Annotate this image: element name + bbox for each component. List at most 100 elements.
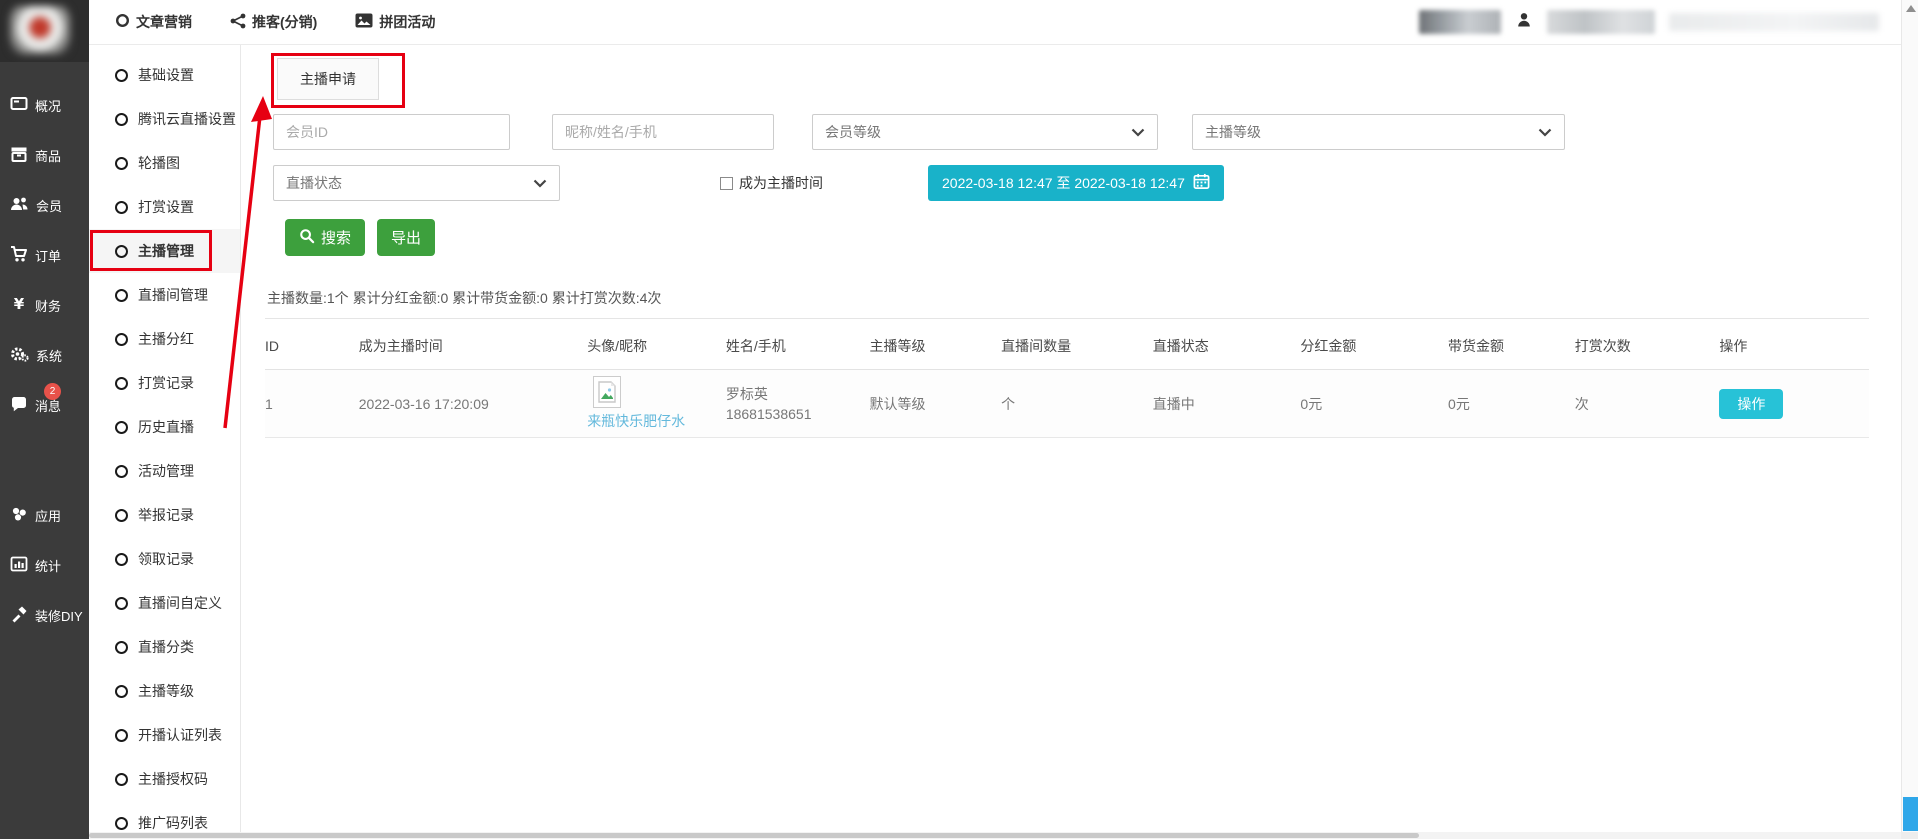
submenu-item-tencent-cloud[interactable]: 腾讯云直播设置: [89, 97, 240, 141]
diy-icon: [10, 605, 28, 626]
search-button-label: 搜索: [321, 227, 351, 248]
submenu-item-label: 打赏记录: [138, 373, 194, 393]
live-status-select[interactable]: 直播状态: [273, 165, 560, 201]
circle-bullet-icon: [115, 465, 128, 478]
share-icon: [230, 13, 246, 32]
person-icon[interactable]: [1515, 11, 1533, 34]
scroll-up-arrow-icon[interactable]: [1906, 5, 1916, 12]
submenu-item-history-live[interactable]: 历史直播: [89, 405, 240, 449]
sidebar-item-apps[interactable]: 应用: [0, 490, 89, 540]
blurred-tail-block: [1669, 13, 1879, 31]
col-header-room-count: 直播间数量: [1001, 336, 1153, 356]
submenu-item-carousel[interactable]: 轮播图: [89, 141, 240, 185]
submenu-list: 基础设置 腾讯云直播设置 轮播图 打赏设置 主播管理 直播间管理 主播分红 打赏…: [89, 53, 240, 832]
col-header-become-time: 成为主播时间: [359, 336, 587, 356]
export-button-label: 导出: [391, 227, 421, 248]
vertical-scrollbar-thumb[interactable]: [1903, 797, 1918, 831]
sidebar-item-label: 应用: [35, 506, 61, 525]
submenu-item-label: 直播间管理: [138, 285, 208, 305]
submenu-item-label: 推广码列表: [138, 813, 208, 832]
submenu-item-promo-code-list[interactable]: 推广码列表: [89, 801, 240, 832]
submenu-item-label: 直播分类: [138, 637, 194, 657]
submenu-item-cert-list[interactable]: 开播认证列表: [89, 713, 240, 757]
submenu-item-report-records[interactable]: 举报记录: [89, 493, 240, 537]
sidebar-item-messages[interactable]: 2 消息: [0, 380, 89, 430]
topbar-menu: 文章营销 推客(分销) 拼团活动: [89, 12, 435, 32]
circle-bullet-icon: [115, 113, 128, 126]
submenu-item-basic-settings[interactable]: 基础设置: [89, 53, 240, 97]
member-id-input[interactable]: [273, 114, 510, 150]
anchor-level-select[interactable]: 主播等级: [1192, 114, 1565, 150]
sidebar-item-diy[interactable]: 装修DIY: [0, 590, 89, 640]
submenu-item-label: 领取记录: [138, 549, 194, 569]
circle-bullet-icon: [115, 245, 128, 258]
submenu-item-reward-records[interactable]: 打赏记录: [89, 361, 240, 405]
vertical-scrollbar[interactable]: [1901, 0, 1918, 839]
messages-badge: 2: [44, 383, 61, 400]
circle-bullet-icon: [115, 729, 128, 742]
app-logo[interactable]: [0, 0, 89, 62]
goods-icon: [10, 145, 28, 166]
cell-anchor-level: 默认等级: [869, 394, 1001, 414]
sidebar-item-orders[interactable]: 订单: [0, 230, 89, 280]
blurred-username-block[interactable]: [1547, 10, 1655, 34]
submenu-item-label: 直播间自定义: [138, 593, 222, 613]
cell-room-count: 个: [1001, 394, 1153, 414]
submenu-item-anchor-dividend[interactable]: 主播分红: [89, 317, 240, 361]
member-level-select[interactable]: 会员等级: [812, 114, 1158, 150]
submenu-item-label: 历史直播: [138, 417, 194, 437]
submenu-item-label: 开播认证列表: [138, 725, 222, 745]
submenu-item-activity-management[interactable]: 活动管理: [89, 449, 240, 493]
circle-bullet-icon: [115, 69, 128, 82]
submenu-item-reward-settings[interactable]: 打赏设置: [89, 185, 240, 229]
svg-text:¥: ¥: [14, 295, 25, 313]
table-header-row: ID 成为主播时间 头像/昵称 姓名/手机 主播等级 直播间数量 直播状态 分红…: [265, 319, 1869, 370]
submenu-item-anchor-management[interactable]: 主播管理: [89, 229, 240, 273]
broken-image-icon: [593, 376, 621, 408]
live-status-value: 直播状态: [286, 173, 342, 193]
tab-wrap: 主播申请: [277, 58, 379, 100]
chevron-down-icon: [533, 175, 547, 191]
anchor-table: ID 成为主播时间 头像/昵称 姓名/手机 主播等级 直播间数量 直播状态 分红…: [265, 319, 1869, 438]
date-range-button[interactable]: 2022-03-18 12:47 至 2022-03-18 12:47: [928, 165, 1224, 201]
search-icon: [299, 228, 315, 248]
checkbox-icon[interactable]: [720, 177, 733, 190]
logo-image-blurred: [10, 6, 70, 54]
nickname-link[interactable]: 来瓶快乐肥仔水: [587, 411, 685, 431]
submenu-item-claim-records[interactable]: 领取记录: [89, 537, 240, 581]
horizontal-scrollbar-thumb[interactable]: [89, 833, 1419, 838]
sidebar-item-stats[interactable]: 统计: [0, 540, 89, 590]
become-time-checkbox-group[interactable]: 成为主播时间: [720, 173, 823, 193]
submenu-item-room-management[interactable]: 直播间管理: [89, 273, 240, 317]
apps-icon: [10, 505, 28, 526]
sidebar-item-goods[interactable]: 商品: [0, 130, 89, 180]
submenu-item-room-custom[interactable]: 直播间自定义: [89, 581, 240, 625]
submenu-item-auth-code[interactable]: 主播授权码: [89, 757, 240, 801]
nickname-input[interactable]: [552, 114, 774, 150]
sidebar-item-finance[interactable]: ¥ 财务: [0, 280, 89, 330]
submenu-item-live-category[interactable]: 直播分类: [89, 625, 240, 669]
col-header-goods-amount: 带货金额: [1448, 336, 1575, 356]
search-button[interactable]: 搜索: [285, 219, 365, 256]
chevron-down-icon: [1538, 124, 1552, 140]
col-header-avatar-nickname: 头像/昵称: [587, 336, 726, 356]
circle-bullet-icon: [115, 641, 128, 654]
topbar-item-distribution[interactable]: 推客(分销): [230, 12, 317, 32]
sidebar-item-overview[interactable]: 概况: [0, 80, 89, 130]
horizontal-scrollbar[interactable]: [89, 832, 1901, 839]
member-level-value: 会员等级: [825, 122, 881, 142]
sidebar-item-system[interactable]: 系统: [0, 330, 89, 380]
main-content: 主播申请 会员等级 主播等级 直播状态: [241, 45, 1901, 832]
sidebar-item-members[interactable]: 会员: [0, 180, 89, 230]
cell-dividend: 0元: [1300, 394, 1448, 414]
topbar-item-article-marketing[interactable]: 文章营销: [115, 12, 192, 32]
tab-anchor-application[interactable]: 主播申请: [277, 58, 379, 100]
circle-bullet-icon: [115, 421, 128, 434]
circle-bullet-icon: [115, 333, 128, 346]
submenu-item-anchor-level[interactable]: 主播等级: [89, 669, 240, 713]
row-action-button[interactable]: 操作: [1719, 389, 1783, 419]
circle-bullet-icon: [115, 597, 128, 610]
topbar-item-group-activity[interactable]: 拼团活动: [355, 12, 435, 32]
export-button[interactable]: 导出: [377, 219, 435, 256]
submenu-item-label: 主播等级: [138, 681, 194, 701]
